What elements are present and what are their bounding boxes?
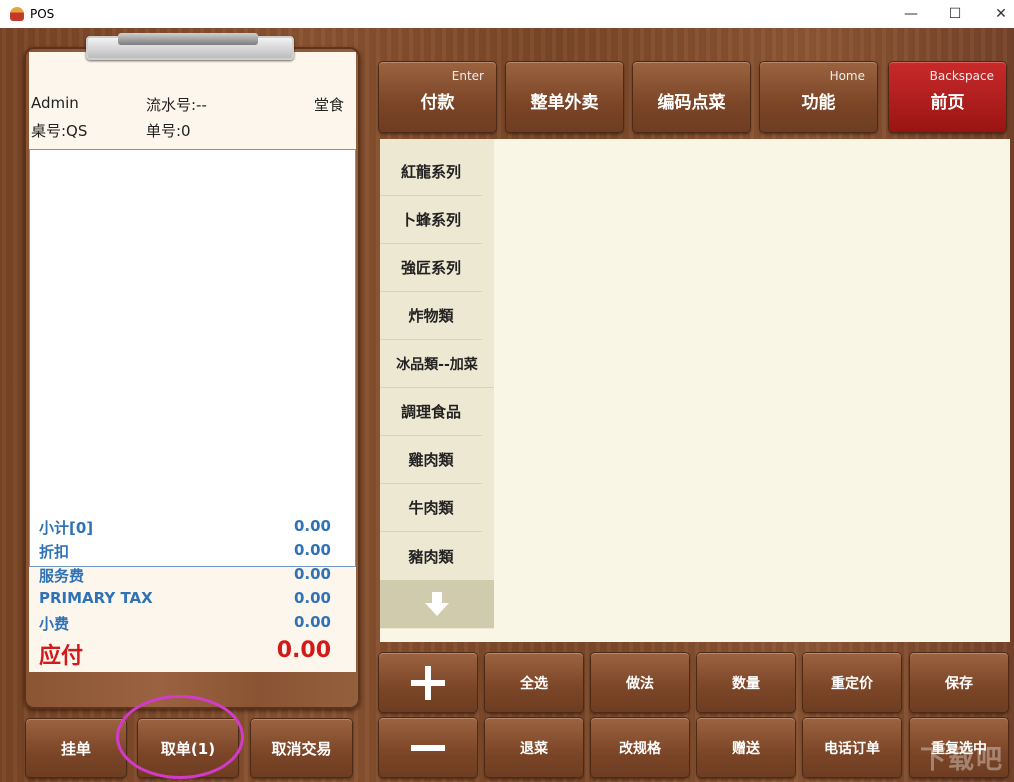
maximize-button[interactable]: ☐ <box>932 0 978 28</box>
retrieve-order-label: 取单(1) <box>161 738 215 759</box>
decrease-quantity-button[interactable] <box>379 718 477 777</box>
takeaway-label: 整单外卖 <box>531 88 599 113</box>
dine-type: 堂食 <box>314 94 344 115</box>
change-spec-button[interactable]: 改规格 <box>591 718 689 777</box>
category-item[interactable]: 紅龍系列 <box>380 148 482 196</box>
plus-icon <box>408 663 448 703</box>
category-item[interactable]: 調理食品 <box>380 388 482 436</box>
select-all-button[interactable]: 全选 <box>485 653 583 712</box>
total-due-label: 应付 <box>39 638 83 670</box>
discount-value: 0.00 <box>294 541 331 562</box>
pos-app-icon <box>10 7 24 21</box>
function-label: 功能 <box>802 88 836 113</box>
return-dish-button[interactable]: 退菜 <box>485 718 583 777</box>
order-item-list[interactable] <box>29 149 356 567</box>
tip-row: 小费 0.00 <box>39 613 331 634</box>
subtotal-row: 小计[0] 0.00 <box>39 517 331 538</box>
category-item[interactable]: 牛肉類 <box>380 484 482 532</box>
category-item[interactable]: 豬肉類 <box>380 532 482 580</box>
pay-shortcut-hint: Enter <box>452 69 484 83</box>
tax-label: PRIMARY TAX <box>39 589 153 607</box>
cancel-transaction-button[interactable]: 取消交易 <box>251 719 352 777</box>
function-shortcut-hint: Home <box>830 69 865 83</box>
service-fee-label: 服务费 <box>39 565 84 586</box>
order-number: 单号:0 <box>146 120 191 141</box>
clipboard-clip-top <box>118 33 258 45</box>
tip-value: 0.00 <box>294 613 331 634</box>
category-scroll-down-button[interactable] <box>380 580 494 628</box>
tip-label: 小费 <box>39 613 69 634</box>
cooking-method-button[interactable]: 做法 <box>591 653 689 712</box>
function-button[interactable]: Home 功能 <box>760 62 877 132</box>
category-item[interactable]: 冰品類--加菜 <box>380 340 494 388</box>
code-order-button[interactable]: 编码点菜 <box>633 62 750 132</box>
tax-row: PRIMARY TAX 0.00 <box>39 589 331 607</box>
close-button[interactable]: ✕ <box>978 0 1014 28</box>
category-column: 紅龍系列 卜蜂系列 強匠系列 炸物類 冰品類--加菜 調理食品 雞肉類 牛肉類 … <box>380 139 494 629</box>
save-button[interactable]: 保存 <box>910 653 1008 712</box>
discount-row: 折扣 0.00 <box>39 541 331 562</box>
category-item[interactable]: 卜蜂系列 <box>380 196 482 244</box>
cancel-transaction-label: 取消交易 <box>271 738 331 759</box>
code-order-label: 编码点菜 <box>658 88 726 113</box>
down-arrow-icon <box>422 589 452 619</box>
window-title: POS <box>30 7 54 21</box>
table-number: 桌号:QS <box>31 120 87 141</box>
previous-page-button[interactable]: Backspace 前页 <box>889 62 1006 132</box>
total-due-row: 应付 0.00 <box>39 638 331 670</box>
pay-button[interactable]: Enter 付款 <box>379 62 496 132</box>
menu-items-area[interactable] <box>494 139 1010 642</box>
pay-label: 付款 <box>421 88 455 113</box>
minus-icon <box>408 728 448 768</box>
increase-quantity-button[interactable] <box>379 653 477 712</box>
previous-page-label: 前页 <box>931 88 965 113</box>
reprice-button[interactable]: 重定价 <box>803 653 901 712</box>
title-bar: POS — ☐ ✕ <box>0 0 1014 28</box>
user-name: Admin <box>31 94 79 112</box>
previous-page-shortcut-hint: Backspace <box>930 69 994 83</box>
quantity-button[interactable]: 数量 <box>697 653 795 712</box>
hold-order-label: 挂单 <box>61 738 91 759</box>
retrieve-order-button[interactable]: 取单(1) <box>138 719 238 777</box>
service-fee-row: 服务费 0.00 <box>39 565 331 586</box>
category-item[interactable]: 雞肉類 <box>380 436 482 484</box>
subtotal-label: 小计[0] <box>39 517 93 538</box>
phone-order-button[interactable]: 电话订单 <box>803 718 901 777</box>
subtotal-value: 0.00 <box>294 517 331 538</box>
minimize-button[interactable]: — <box>888 0 934 28</box>
gift-button[interactable]: 赠送 <box>697 718 795 777</box>
hold-order-button[interactable]: 挂单 <box>26 719 126 777</box>
discount-label: 折扣 <box>39 541 69 562</box>
category-item[interactable]: 炸物類 <box>380 292 482 340</box>
order-paper: Admin 流水号:-- 堂食 桌号:QS 单号:0 小计[0] 0.00 折扣… <box>29 52 356 672</box>
service-fee-value: 0.00 <box>294 565 331 586</box>
tax-value: 0.00 <box>294 589 331 607</box>
takeaway-button[interactable]: 整单外卖 <box>506 62 623 132</box>
menu-panel: 紅龍系列 卜蜂系列 強匠系列 炸物類 冰品類--加菜 調理食品 雞肉類 牛肉類 … <box>380 139 1010 642</box>
serial-number: 流水号:-- <box>146 94 207 115</box>
category-item[interactable]: 強匠系列 <box>380 244 482 292</box>
total-due-value: 0.00 <box>277 638 331 670</box>
watermark: 下载吧 <box>920 739 1004 776</box>
